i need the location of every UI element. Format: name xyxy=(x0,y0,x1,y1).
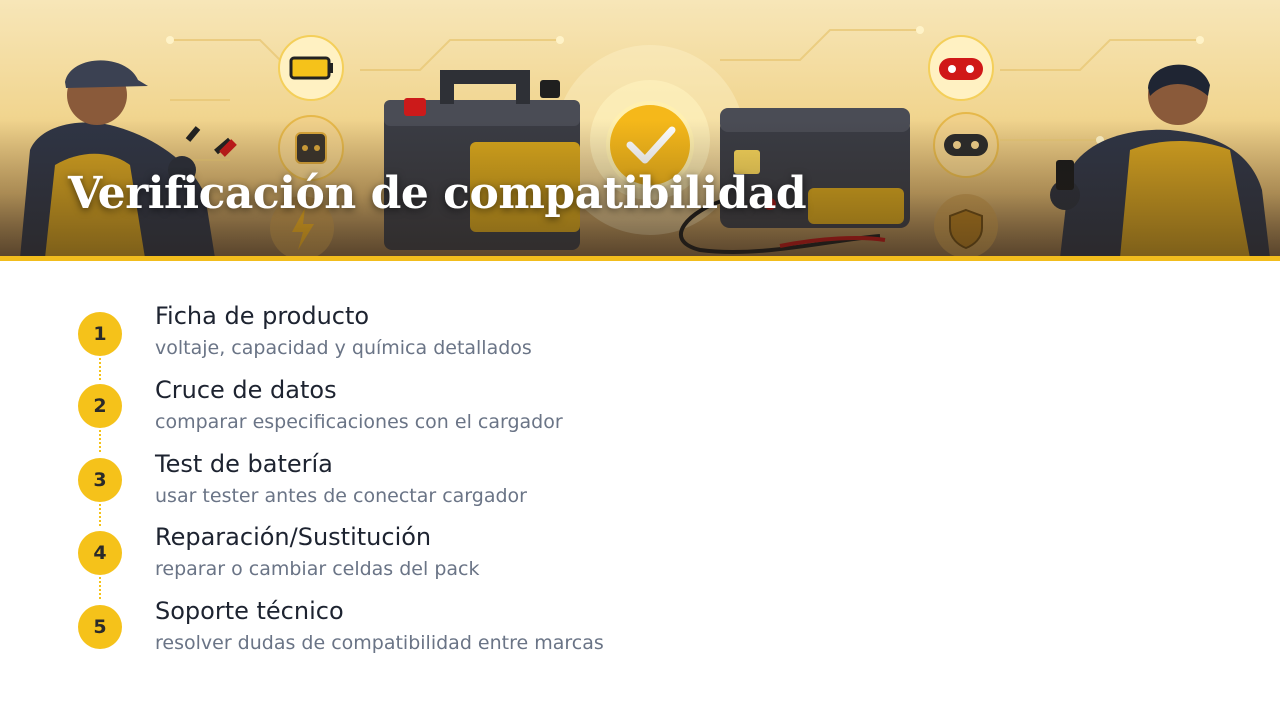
step-number-badge: 4 xyxy=(78,531,122,575)
accent-divider xyxy=(0,256,1280,261)
hero-banner: Verificación de compatibilidad xyxy=(0,0,1280,258)
step-description: resolver dudas de compatibilidad entre m… xyxy=(155,632,604,654)
step-item: 3 Test de batería usar tester antes de c… xyxy=(78,450,838,526)
red-connector-icon xyxy=(928,35,994,101)
step-title: Ficha de producto xyxy=(155,302,370,330)
step-number-badge: 2 xyxy=(78,384,122,428)
step-number-badge: 1 xyxy=(78,312,122,356)
step-item: 5 Soporte técnico resolver dudas de comp… xyxy=(78,597,838,671)
slide-title: Verificación de compatibilidad xyxy=(68,168,807,219)
step-description: comparar especificaciones con el cargado… xyxy=(155,411,563,433)
step-item: 4 Reparación/Sustitución reparar o cambi… xyxy=(78,523,838,599)
step-description: usar tester antes de conectar cargador xyxy=(155,485,527,507)
step-connector xyxy=(99,430,101,452)
step-description: reparar o cambiar celdas del pack xyxy=(155,558,480,580)
step-item: 2 Cruce de datos comparar especificacion… xyxy=(78,376,838,452)
step-number-badge: 3 xyxy=(78,458,122,502)
step-title: Test de batería xyxy=(155,450,333,478)
step-item: 1 Ficha de producto voltaje, capacidad y… xyxy=(78,302,838,380)
step-connector xyxy=(99,577,101,599)
step-title: Reparación/Sustitución xyxy=(155,523,432,551)
step-title: Soporte técnico xyxy=(155,597,344,625)
step-number-badge: 5 xyxy=(78,605,122,649)
step-description: voltaje, capacidad y química detallados xyxy=(155,337,532,359)
step-title: Cruce de datos xyxy=(155,376,337,404)
battery-icon xyxy=(278,35,344,101)
